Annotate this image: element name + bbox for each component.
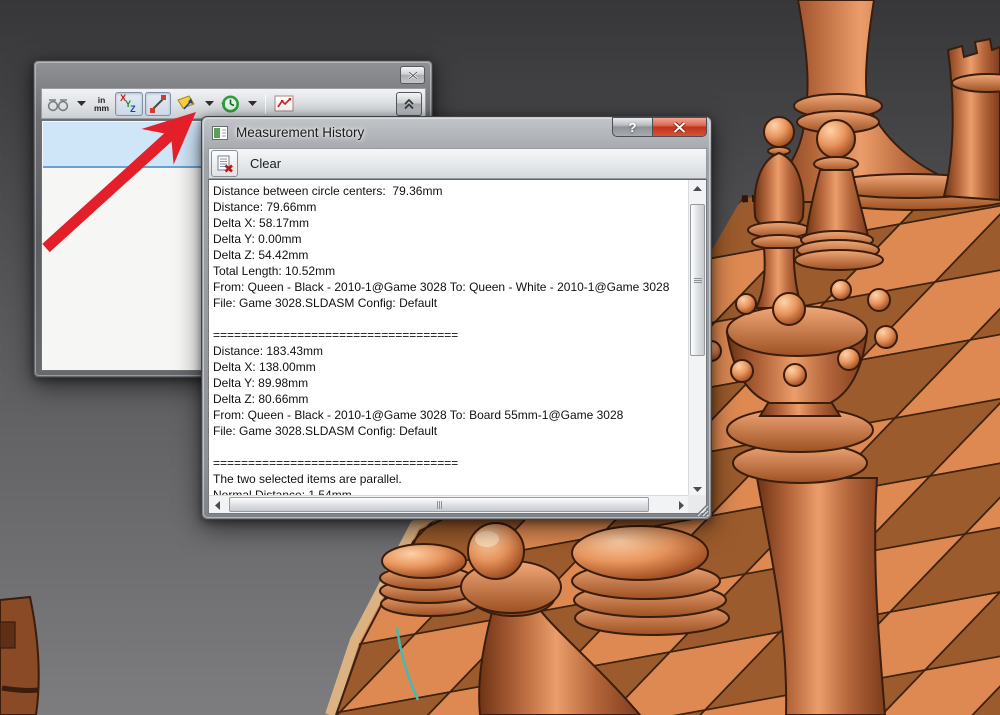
piece-rook xyxy=(944,39,1000,200)
units-icon: in mm xyxy=(92,96,111,112)
xyz-components-button[interactable]: X Y Z xyxy=(115,92,143,116)
history-line: From: Queen - Black - 2010-1@Game 3028 T… xyxy=(213,279,690,295)
thumb-grip xyxy=(437,501,442,509)
sensor-chart-icon xyxy=(274,95,294,112)
history-line: Total Length: 10.52mm xyxy=(213,263,690,279)
history-line: Delta X: 58.17mm xyxy=(213,215,690,231)
vertical-scrollbar[interactable] xyxy=(688,180,706,497)
triangle-down-icon xyxy=(693,487,702,492)
arc-measure-dropdown[interactable] xyxy=(75,92,88,116)
history-line: The two selected items are parallel. xyxy=(213,471,690,487)
vertical-scroll-thumb[interactable] xyxy=(690,204,705,356)
history-line: Distance between circle centers: 79.36mm xyxy=(213,183,690,199)
horizontal-scrollbar[interactable] xyxy=(209,495,690,513)
measurement-plane-button[interactable] xyxy=(173,92,199,116)
chevron-down-icon xyxy=(77,101,86,106)
clear-button[interactable] xyxy=(211,150,238,177)
history-line: File: Game 3028.SLDASM Config: Default xyxy=(213,295,690,311)
triangle-right-icon xyxy=(679,501,684,510)
history-line xyxy=(213,311,690,327)
clear-history-icon xyxy=(216,155,234,173)
plane-icon xyxy=(175,95,197,112)
measurement-history-dialog: Measurement History ? Clear Distance bet… xyxy=(201,116,712,520)
close-icon xyxy=(408,71,418,80)
clear-button-label: Clear xyxy=(250,156,281,171)
history-line: From: Queen - Black - 2010-1@Game 3028 T… xyxy=(213,407,690,423)
close-icon xyxy=(673,122,686,133)
history-line: Delta Z: 54.42mm xyxy=(213,247,690,263)
history-lines: Distance between circle centers: 79.36mm… xyxy=(209,180,690,497)
units-button[interactable]: in mm xyxy=(90,92,113,116)
plane-dropdown[interactable] xyxy=(203,92,216,116)
measure-toolbar: in mm X Y Z xyxy=(41,88,426,119)
history-text-area[interactable]: Distance between circle centers: 79.36mm… xyxy=(208,179,707,514)
xyz-icon: X Y Z xyxy=(118,93,140,115)
triangle-up-icon xyxy=(693,186,702,191)
scroll-left-button[interactable] xyxy=(209,497,226,513)
scroll-up-button[interactable] xyxy=(689,180,706,196)
toolbar-separator xyxy=(265,94,266,114)
double-chevron-up-icon xyxy=(403,98,415,110)
history-line: Delta Y: 89.98mm xyxy=(213,375,690,391)
point-to-point-button[interactable] xyxy=(145,92,171,116)
chevron-down-icon xyxy=(248,101,257,106)
history-line xyxy=(213,439,690,455)
dialog-help-button[interactable]: ? xyxy=(612,117,653,137)
dialog-titlebar-icon xyxy=(212,126,228,140)
history-line: Distance: 183.43mm xyxy=(213,343,690,359)
history-line: =================================== xyxy=(213,327,690,343)
screenshot-root: in mm X Y Z xyxy=(0,0,1000,715)
measurement-history-button[interactable] xyxy=(218,92,242,116)
history-line: =================================== xyxy=(213,455,690,471)
triangle-left-icon xyxy=(215,501,220,510)
history-line: Delta X: 138.00mm xyxy=(213,359,690,375)
create-sensor-button[interactable] xyxy=(272,92,296,116)
history-line: File: Game 3028.SLDASM Config: Default xyxy=(213,423,690,439)
history-line: Delta Y: 0.00mm xyxy=(213,231,690,247)
dialog-title: Measurement History xyxy=(236,125,364,140)
arc-circle-icon xyxy=(47,95,69,113)
dialog-toolbar: Clear xyxy=(208,148,707,179)
chevron-down-icon xyxy=(205,101,214,106)
thumb-grip xyxy=(694,278,702,283)
arc-circle-measurements-button[interactable] xyxy=(45,92,71,116)
history-dropdown[interactable] xyxy=(246,92,259,116)
board-corner-piece xyxy=(0,597,39,715)
palette-close-button[interactable] xyxy=(400,66,425,84)
horizontal-scroll-thumb[interactable] xyxy=(229,497,649,512)
resize-grip[interactable] xyxy=(695,503,709,517)
point-to-point-icon xyxy=(148,94,168,114)
collapse-toolbar-button[interactable] xyxy=(396,92,422,116)
dialog-close-button[interactable] xyxy=(652,117,707,137)
history-line: Delta Z: 80.66mm xyxy=(213,391,690,407)
history-line: Distance: 79.66mm xyxy=(213,199,690,215)
history-clock-icon xyxy=(220,94,240,114)
